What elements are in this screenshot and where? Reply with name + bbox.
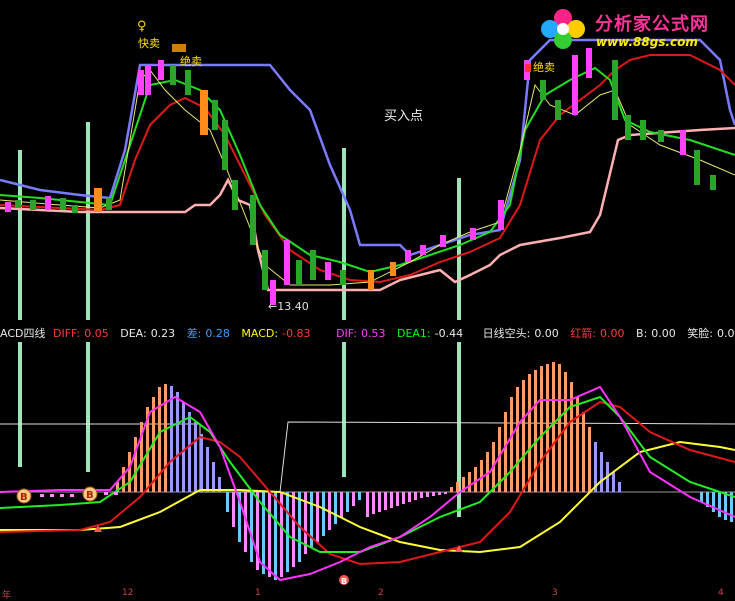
histogram-bar: [372, 492, 375, 514]
svg-text:B: B: [20, 492, 28, 503]
indicator-item: DIFF: 0.05: [52, 327, 109, 340]
histogram-bar: [194, 422, 197, 492]
histogram-bar: [618, 482, 621, 492]
histogram-bar: [408, 492, 411, 502]
sell-must-label-2: 绝卖: [533, 61, 555, 74]
histogram-bar: [316, 492, 319, 542]
signal-arrows: [172, 44, 531, 72]
histogram-bar: [200, 434, 203, 492]
histogram-bar: [226, 492, 229, 512]
indicator-item: 笑脸:0.00: [687, 327, 735, 340]
histogram-bar: [552, 362, 555, 492]
histogram-bar: [456, 482, 459, 492]
histogram-bar: [182, 402, 185, 492]
histogram-bar: [378, 492, 381, 512]
histogram-bar: [206, 447, 209, 492]
histogram-bar: [528, 374, 531, 492]
histogram-bar: [346, 492, 349, 512]
indicator-item: MACD: -0.83: [241, 327, 311, 340]
axis-left-label: 年: [2, 591, 12, 601]
logo-url: www.88gs.com: [596, 35, 698, 49]
indicator-item: DEA: 0.23: [120, 327, 176, 340]
ma-yellow-line: [0, 69, 735, 286]
indicator-item: B: 0.00: [636, 327, 676, 340]
reference-line: [0, 421, 735, 493]
logo-title: 分析家公式网: [595, 14, 709, 35]
histogram-bar: [250, 492, 253, 562]
histogram-bar: [122, 467, 125, 492]
histogram-bar: [450, 487, 453, 492]
histogram-bar: [582, 412, 585, 492]
site-logo: 分析家公式网 www.88gs.com: [524, 2, 735, 54]
histogram-bar: [366, 492, 369, 517]
ma-red-line: [0, 54, 735, 284]
figure-icon: ♀: [137, 19, 147, 34]
buy-point-label: 买入点: [384, 109, 424, 124]
histogram-bar: [468, 472, 471, 492]
histogram-bar: [588, 427, 591, 492]
flower-logo-icon: [541, 9, 585, 49]
upper-band-line: [0, 38, 735, 257]
histogram-bar: [134, 437, 137, 492]
magenta-line: [0, 385, 735, 582]
histogram-bar: [334, 492, 337, 524]
histogram-bar: [426, 492, 429, 497]
histogram-bar: [612, 472, 615, 492]
histogram-bar: [564, 372, 567, 492]
indicator-item: 日线空头: 0.00: [482, 327, 559, 340]
histogram-bar: [322, 492, 325, 536]
histogram-bar: [504, 412, 507, 492]
histogram-bar: [358, 492, 361, 500]
histogram-bar: [540, 366, 543, 492]
histogram-bar: [534, 370, 537, 492]
histogram-bar: [522, 380, 525, 492]
low-price-label: ←13.40: [268, 300, 309, 313]
histogram-bar: [444, 492, 447, 494]
ma-green-line: [0, 66, 735, 274]
histogram-bar: [384, 492, 387, 510]
indicator-chart-panel[interactable]: B B B: [0, 342, 735, 597]
indicator-name: ACD四线: [0, 327, 46, 340]
histogram-bar: [212, 462, 215, 492]
histogram-bar: [576, 397, 579, 492]
histogram-bar: [176, 392, 179, 492]
histogram-bar: [700, 492, 703, 502]
indicator-item: DIF: 0.53: [336, 327, 386, 340]
indicator-header: ACD四线 DIFF: 0.05 DEA: 0.23 差: 0.28 MACD: -0.…: [0, 325, 735, 342]
histogram-bar: [432, 492, 435, 496]
histogram-bar: [600, 452, 603, 492]
sell-quick-label: 快卖: [138, 37, 160, 50]
histogram-bar: [718, 492, 721, 517]
indicator-item: DEA1: -0.44: [396, 327, 464, 340]
histogram-bar: [232, 492, 235, 527]
svg-text:B: B: [86, 490, 94, 501]
histogram-bar: [128, 452, 131, 492]
histogram-bar: [402, 492, 405, 504]
histogram-bar: [352, 492, 355, 506]
indicator-item: 差: 0.28: [186, 327, 230, 340]
histogram-bar: [414, 492, 417, 500]
histogram-bar: [516, 387, 519, 492]
red-arrow-markers: [94, 525, 463, 552]
histogram-bar: [268, 492, 271, 577]
histogram-bar: [724, 492, 727, 520]
histogram-bar: [510, 397, 513, 492]
histogram-bar: [396, 492, 399, 506]
histogram-bar: [420, 492, 423, 498]
indicator-item: 红箭: 0.00: [570, 327, 625, 340]
sell-must-label: 绝卖: [180, 55, 202, 68]
histogram-bar: [558, 364, 561, 492]
histogram-bar: [170, 386, 173, 492]
histogram-bar: [390, 492, 393, 508]
svg-text:B: B: [341, 577, 347, 586]
histogram-bar: [188, 412, 191, 492]
dotted-series: [40, 492, 118, 497]
histogram-bar: [438, 492, 441, 495]
histogram-bar: [292, 492, 295, 567]
histogram-bar: [274, 492, 277, 580]
histogram-bar: [474, 467, 477, 492]
histogram-bar: [164, 384, 167, 492]
histogram-bar: [340, 492, 343, 518]
